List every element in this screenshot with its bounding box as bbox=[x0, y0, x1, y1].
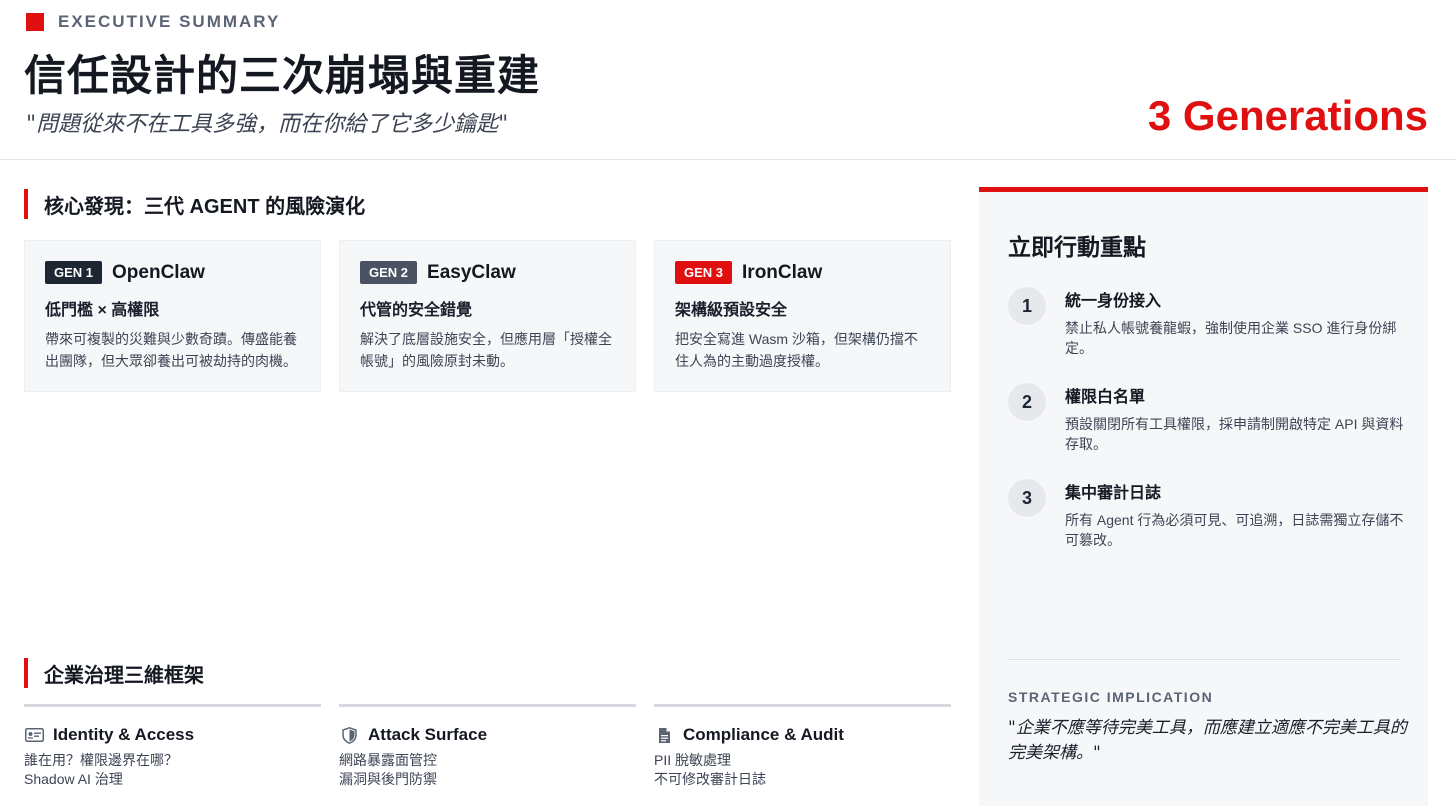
framework-line: PII 脫敏處理 bbox=[654, 752, 732, 768]
step-number: 1 bbox=[1008, 287, 1046, 325]
generation-cards: GEN 1 OpenClaw 低門檻 × 高權限 帶來可複製的災難與少數奇蹟。傳… bbox=[24, 240, 951, 392]
generation-name: IronClaw bbox=[742, 261, 823, 283]
step-description: 所有 Agent 行為必須可見、可追溯，日誌需獨立存儲不可篡改。 bbox=[1065, 512, 1404, 548]
framework-line: 網路暴露面管控 bbox=[339, 752, 437, 768]
step-description: 禁止私人帳號養龍蝦，強制使用企業 SSO 進行身份綁定。 bbox=[1065, 320, 1397, 356]
framework-column: Compliance & Audit PII 脫敏處理 不可修改審計日誌 bbox=[654, 704, 951, 789]
step-title: 統一身份接入 bbox=[1065, 293, 1162, 310]
framework-column: Identity & Access 誰在用？權限邊界在哪？ Shadow AI … bbox=[24, 704, 321, 789]
framework-name: Compliance & Audit bbox=[683, 725, 844, 744]
framework-name: Attack Surface bbox=[368, 725, 488, 744]
shield-icon bbox=[339, 726, 359, 744]
step-number: 2 bbox=[1008, 383, 1046, 421]
generation-description: 把安全寫進 Wasm 沙箱，但架構仍擋不住人為的主動過度授權。 bbox=[675, 331, 918, 369]
step-title: 集中審計日誌 bbox=[1065, 485, 1162, 502]
id-card-icon bbox=[24, 726, 44, 744]
generation-description: 解決了底層設施安全，但應用層「授權全帳號」的風險原封未動。 bbox=[360, 331, 612, 369]
accent-square bbox=[26, 13, 44, 31]
header: EXECUTIVE SUMMARY 信任設計的三次崩塌與重建 "問題從來不在工具… bbox=[0, 0, 1456, 160]
step-description: 預設關閉所有工具權限，採申請制開啟特定 API 與資料存取。 bbox=[1065, 416, 1404, 452]
generation-description: 帶來可複製的災難與少數奇蹟。傳盛能養出團隊，但大眾卻養出可被劫持的肉機。 bbox=[45, 331, 297, 369]
generation-headline: 低門檻 × 高權限 bbox=[45, 302, 160, 319]
framework-heading: 企業治理三維框架 bbox=[24, 658, 204, 688]
generation-card: GEN 1 OpenClaw 低門檻 × 高權限 帶來可複製的災難與少數奇蹟。傳… bbox=[24, 240, 321, 392]
findings-heading: 核心發現：三代 AGENT 的風險演化 bbox=[24, 189, 365, 219]
framework-name: Identity & Access bbox=[53, 725, 195, 744]
page-title: 信任設計的三次崩塌與重建 bbox=[24, 51, 541, 100]
generation-badge: GEN 1 bbox=[45, 261, 103, 284]
action-panel: 立即行動重點 1 統一身份接入 禁止私人帳號養龍蝦，強制使用企業 SSO 進行身… bbox=[979, 187, 1428, 806]
generation-card: GEN 3 IronClaw 架構級預設安全 把安全寫進 Wasm 沙箱，但架構… bbox=[654, 240, 951, 392]
action-panel-title: 立即行動重點 bbox=[1008, 234, 1146, 261]
framework-column: Attack Surface 網路暴露面管控 漏洞與後門防禦 bbox=[339, 704, 636, 789]
framework-line: Shadow AI 治理 bbox=[24, 771, 123, 787]
framework-line: 漏洞與後門防禦 bbox=[339, 771, 437, 787]
generation-headline: 代管的安全錯覺 bbox=[360, 302, 473, 319]
section-accent-bar bbox=[24, 658, 28, 688]
framework-columns: Identity & Access 誰在用？權限邊界在哪？ Shadow AI … bbox=[24, 704, 951, 789]
generation-name: EasyClaw bbox=[427, 261, 516, 283]
generation-headline: 架構級預設安全 bbox=[675, 302, 788, 319]
panel-divider bbox=[1008, 659, 1400, 660]
document-icon bbox=[654, 726, 674, 744]
framework-line: 誰在用？權限邊界在哪？ bbox=[24, 752, 178, 768]
step-title: 權限白名單 bbox=[1065, 389, 1146, 406]
headline-metric: 3 Generations bbox=[1147, 92, 1428, 139]
eyebrow: EXECUTIVE SUMMARY bbox=[26, 12, 280, 32]
framework-heading-text: 企業治理三維框架 bbox=[44, 664, 204, 687]
generation-card: GEN 2 EasyClaw 代管的安全錯覺 解決了底層設施安全，但應用層「授權… bbox=[339, 240, 636, 392]
step-number: 3 bbox=[1008, 479, 1046, 517]
eyebrow-label: EXECUTIVE SUMMARY bbox=[58, 12, 281, 31]
implication-label: STRATEGIC IMPLICATION bbox=[1008, 689, 1214, 705]
framework-line: 不可修改審計日誌 bbox=[654, 771, 766, 787]
findings-heading-text: 核心發現：三代 AGENT 的風險演化 bbox=[44, 195, 366, 218]
generation-name: OpenClaw bbox=[112, 261, 205, 283]
generation-badge: GEN 2 bbox=[360, 261, 418, 284]
page-subtitle: "問題從來不在工具多強，而在你給了它多少鑰匙" bbox=[26, 112, 509, 137]
section-accent-bar bbox=[24, 189, 28, 219]
implication-quote: "企業不應等待完美工具，而應建立適應不完美工具的完美架構。" bbox=[1008, 718, 1407, 763]
generation-badge: GEN 3 bbox=[675, 261, 733, 284]
